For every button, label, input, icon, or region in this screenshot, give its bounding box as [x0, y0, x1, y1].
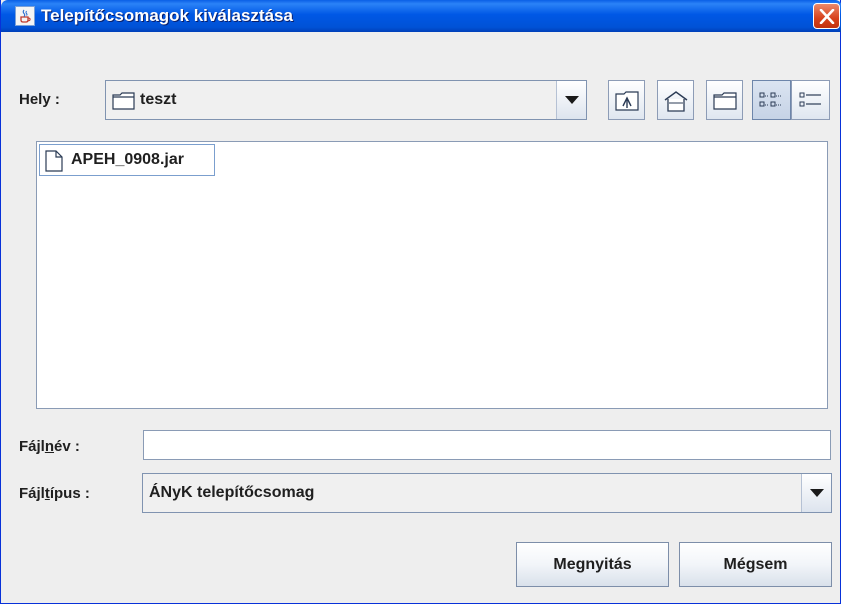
file-icon: [45, 150, 63, 172]
chevron-down-icon: [810, 489, 824, 497]
home-icon: [664, 91, 688, 112]
new-folder-button[interactable]: [706, 80, 743, 120]
location-label: Hely :: [19, 91, 60, 108]
new-folder-icon: [713, 92, 737, 110]
filetype-label: Fájltípus :: [19, 485, 90, 502]
location-value: teszt: [140, 91, 177, 108]
file-name: APEH_0908.jar: [71, 151, 184, 168]
filetype-dropdown-button[interactable]: [801, 474, 831, 512]
location-combobox[interactable]: teszt: [105, 80, 587, 120]
folder-icon: [112, 92, 135, 110]
filename-input[interactable]: [143, 430, 831, 460]
up-one-level-button[interactable]: [608, 80, 645, 120]
location-dropdown-button[interactable]: [556, 81, 586, 119]
details-view-button[interactable]: [791, 80, 830, 120]
details-view-icon: [799, 92, 821, 107]
title-bar[interactable]: Telepítőcsomagok kiválasztása: [1, 0, 841, 32]
list-view-button[interactable]: [752, 80, 791, 120]
filetype-combobox[interactable]: ÁNyK telepítőcsomag: [142, 473, 832, 513]
home-button[interactable]: [657, 80, 694, 120]
close-button[interactable]: [813, 3, 840, 29]
java-cup-icon: [15, 6, 35, 26]
close-icon: [819, 9, 835, 24]
list-view-icon: [759, 92, 781, 107]
window-title: Telepítőcsomagok kiválasztása: [41, 6, 293, 25]
chevron-down-icon: [565, 96, 579, 104]
file-list[interactable]: APEH_0908.jar: [36, 141, 828, 409]
file-chooser-dialog: Telepítőcsomagok kiválasztása Hely : tes…: [0, 0, 841, 604]
folder-up-icon: [615, 91, 639, 111]
cancel-button[interactable]: Mégsem: [679, 542, 832, 587]
file-list-item[interactable]: APEH_0908.jar: [39, 144, 215, 176]
filetype-value: ÁNyK telepítőcsomag: [149, 484, 315, 501]
filename-label: Fájlnév :: [19, 438, 80, 455]
open-button[interactable]: Megnyitás: [516, 542, 669, 587]
